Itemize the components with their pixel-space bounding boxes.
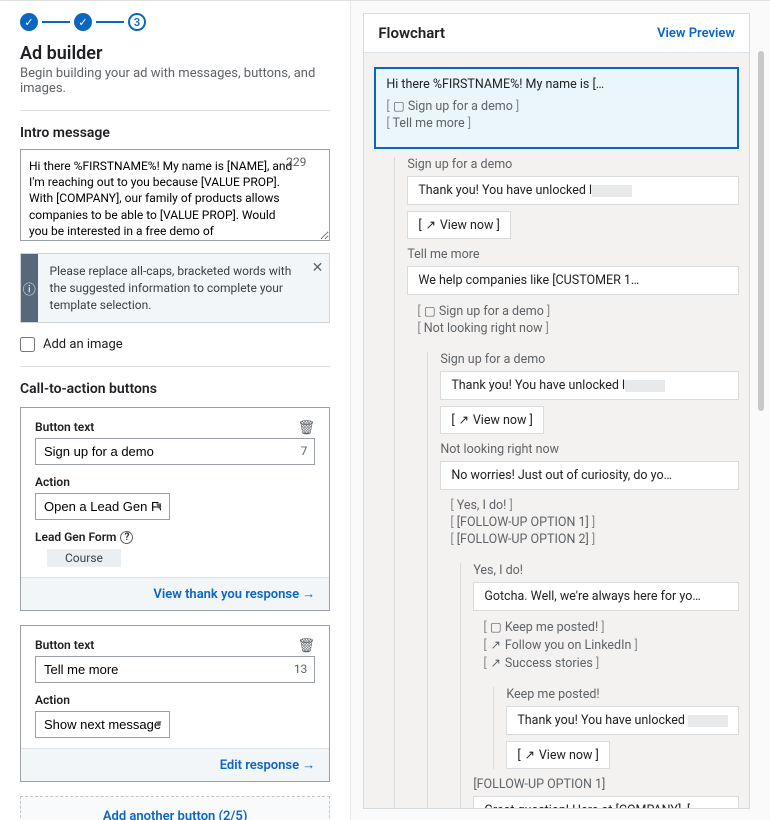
- flow-node[interactable]: Thank you! You have unlocked l: [440, 371, 739, 400]
- flow-branch-label: Tell me more: [407, 247, 739, 262]
- page-subtitle: Begin building your ad with messages, bu…: [20, 66, 330, 96]
- step-2-done: ✓: [74, 13, 92, 31]
- flow-node[interactable]: Great question! Here at [COMPANY], […: [473, 796, 739, 808]
- form-icon: ▢: [393, 98, 405, 114]
- flow-opt: Tell me more: [386, 116, 727, 131]
- intro-section-label: Intro message: [20, 110, 330, 141]
- step-3-current: 3: [128, 13, 146, 31]
- info-close-button[interactable]: ✕: [312, 260, 324, 276]
- flow-branch-label: Sign up for a demo: [407, 157, 739, 172]
- step-1-done: ✓: [20, 13, 38, 31]
- flow-opt: [FOLLOW-UP OPTION 1]: [450, 515, 739, 530]
- button-text-label-2: Button text: [35, 638, 94, 652]
- flowchart-title: Flowchart: [378, 24, 445, 42]
- flow-opt: ↗ Success stories: [483, 655, 739, 671]
- flow-opt: ▢ Sign up for a demo: [417, 303, 739, 319]
- flow-opt: [FOLLOW-UP OPTION 2]: [450, 532, 739, 547]
- flow-opt: Not looking right now: [417, 321, 739, 336]
- flow-branch-label: Sign up for a demo: [440, 352, 739, 367]
- flow-node-opt[interactable]: [ ↗ View now ]: [506, 741, 610, 769]
- scrollbar[interactable]: [758, 51, 764, 411]
- flow-opt: Yes, I do!: [450, 498, 739, 513]
- button-text-count-2: 13: [294, 662, 308, 676]
- flow-branch-label: Keep me posted!: [506, 687, 739, 702]
- external-icon: ↗: [490, 637, 502, 653]
- flow-opt: ▢ Keep me posted!: [483, 619, 739, 635]
- flow-branch-label: [FOLLOW-UP OPTION 1]: [473, 777, 739, 792]
- flow-node[interactable]: No worries! Just out of curiosity, do yo…: [440, 461, 739, 490]
- external-icon: ↗: [458, 412, 470, 428]
- button-text-input-2[interactable]: [35, 656, 315, 683]
- step-connector: [96, 21, 124, 23]
- flow-node[interactable]: Thank you! You have unlocked l: [407, 176, 739, 205]
- leadgen-label: Lead Gen Form ?: [35, 530, 133, 544]
- action-label-1: Action: [35, 475, 315, 489]
- step-connector: [42, 21, 70, 23]
- add-image-label[interactable]: Add an image: [43, 337, 123, 352]
- flow-opt: ▢ Sign up for a demo: [386, 98, 727, 114]
- form-icon: ▢: [424, 303, 436, 319]
- delete-button-1[interactable]: 🗑: [298, 420, 316, 436]
- flow-opt: ↗ Follow you on LinkedIn: [483, 637, 739, 653]
- view-preview-link[interactable]: View Preview: [657, 26, 735, 41]
- flow-node-opt[interactable]: [ ↗ View now ]: [440, 406, 544, 434]
- leadgen-value[interactable]: Course: [47, 549, 121, 567]
- external-icon: ↗: [425, 217, 437, 233]
- intro-char-count: 229: [286, 155, 306, 169]
- external-icon: ↗: [490, 655, 502, 671]
- button-text-input-1[interactable]: [35, 438, 315, 465]
- edit-response-link[interactable]: Edit response →: [220, 758, 316, 773]
- button-text-label: Button text: [35, 420, 94, 434]
- action-select-1[interactable]: Open a Lead Gen Form: [35, 493, 170, 520]
- flow-node-opt[interactable]: [ ↗ View now ]: [407, 211, 511, 239]
- action-label-2: Action: [35, 693, 315, 707]
- info-banner-text: Please replace all-caps, bracketed words…: [38, 254, 330, 322]
- view-thank-you-link[interactable]: View thank you response →: [153, 587, 315, 602]
- button-text-count-1: 7: [301, 444, 308, 458]
- progress-steps: ✓ ✓ 3: [20, 13, 330, 31]
- cta-section-label: Call-to-action buttons: [20, 381, 330, 397]
- cta-button-card-2: Button text 🗑 13 Action Show next messag…: [20, 625, 330, 782]
- flow-node[interactable]: Thank you! You have unlocked: [506, 706, 739, 735]
- intro-message-textarea[interactable]: Hi there %FIRSTNAME%! My name is [NAME],…: [20, 149, 330, 241]
- help-icon[interactable]: ?: [120, 531, 133, 544]
- form-icon: ▢: [490, 619, 502, 635]
- cta-button-card-1: Button text 🗑 7 Action Open a Lead Gen F…: [20, 407, 330, 611]
- flow-branch-label: Yes, I do!: [473, 563, 739, 578]
- flow-node[interactable]: We help companies like [CUSTOMER 1…: [407, 266, 739, 295]
- delete-button-2[interactable]: 🗑: [298, 638, 316, 654]
- page-title: Ad builder: [20, 43, 330, 64]
- action-select-2[interactable]: Show next message: [35, 711, 170, 738]
- flow-root-card[interactable]: Hi there %FIRSTNAME%! My name is [… ▢ Si…: [374, 67, 739, 149]
- flow-node[interactable]: Gotcha. Well, we're always here for yo…: [473, 582, 739, 611]
- flow-branch-label: Not looking right now: [440, 442, 739, 457]
- external-icon: ↗: [524, 747, 536, 763]
- add-image-checkbox[interactable]: [20, 337, 35, 352]
- info-banner: ⓘ Please replace all-caps, bracketed wor…: [20, 253, 330, 323]
- info-icon: ⓘ: [23, 279, 36, 298]
- flowchart-canvas: Hi there %FIRSTNAME%! My name is [… ▢ Si…: [364, 53, 749, 808]
- add-another-button[interactable]: Add another button (2/5): [20, 796, 330, 820]
